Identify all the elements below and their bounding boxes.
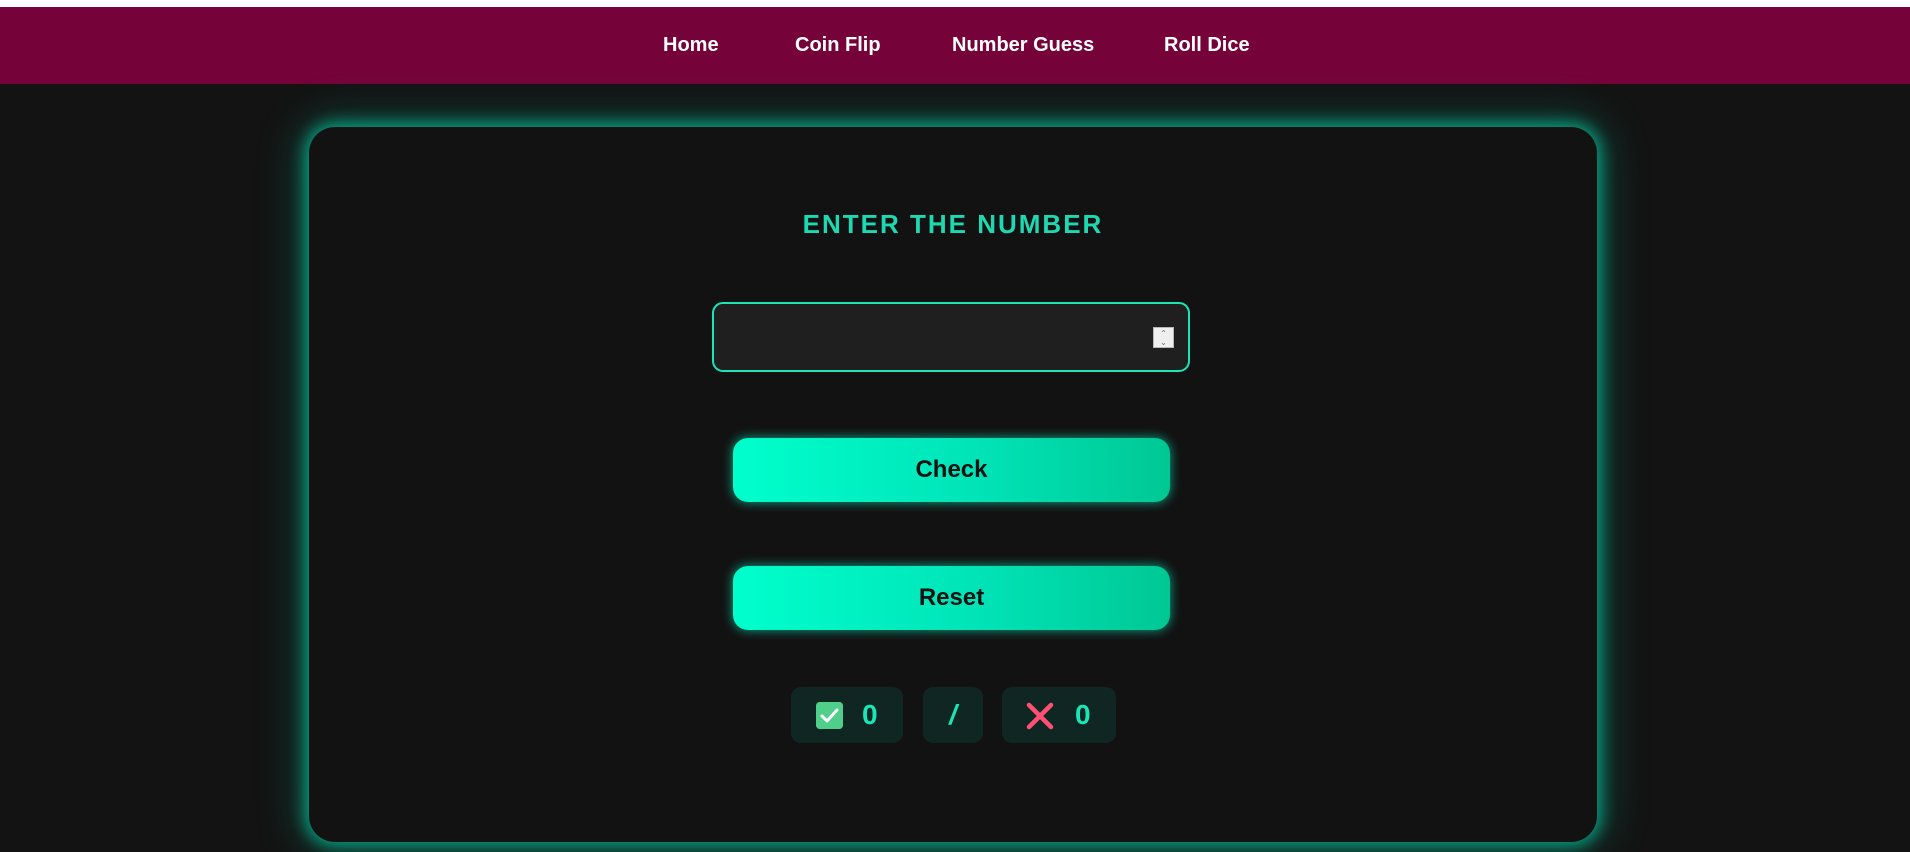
wrong-count: 0	[1075, 699, 1091, 730]
spinner-down-icon[interactable]: ⌄	[1154, 338, 1173, 347]
score-separator: /	[949, 699, 957, 730]
number-input-field: ⌃ ⌄	[712, 302, 1190, 372]
nav-number-guess[interactable]: Number Guess	[952, 7, 1094, 84]
page-title: ENTER THE NUMBER	[802, 209, 1104, 239]
check-button[interactable]: Check	[733, 438, 1170, 502]
number-input[interactable]	[714, 304, 1144, 370]
cross-mark-icon	[1024, 700, 1056, 732]
correct-count: 0	[862, 699, 878, 730]
spinner-up-icon[interactable]: ⌃	[1154, 329, 1173, 338]
reset-button[interactable]: Reset	[733, 566, 1170, 630]
check-mark-icon	[816, 702, 843, 729]
wrong-score-badge: 0	[1002, 687, 1116, 743]
score-separator-badge: /	[923, 687, 983, 743]
nav-home[interactable]: Home	[663, 7, 719, 84]
navbar: Home Coin Flip Number Guess Roll Dice	[0, 7, 1910, 84]
number-spinner-icon[interactable]: ⌃ ⌄	[1153, 327, 1174, 348]
top-strip	[0, 0, 1910, 7]
game-card: ENTER THE NUMBER ⌃ ⌄ Check Reset 0 / 0	[309, 127, 1597, 842]
correct-score-badge: 0	[791, 687, 903, 743]
nav-coin-flip[interactable]: Coin Flip	[795, 7, 881, 84]
nav-roll-dice[interactable]: Roll Dice	[1164, 7, 1250, 84]
